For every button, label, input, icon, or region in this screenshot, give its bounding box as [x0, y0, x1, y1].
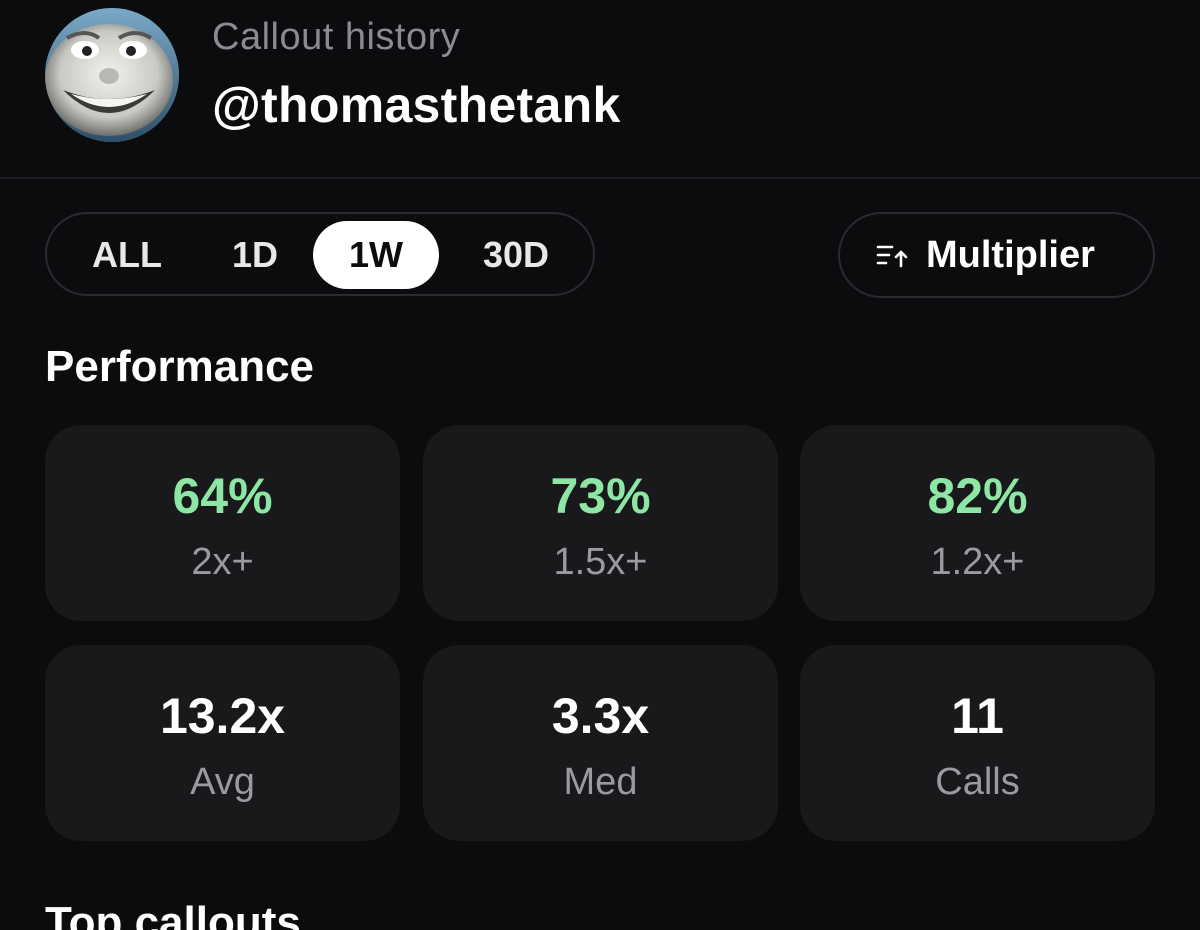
time-range-tabs: ALL 1D 1W 30D — [45, 212, 595, 296]
stat-value: 73% — [550, 468, 651, 524]
tab-1w[interactable]: 1W — [313, 221, 439, 289]
stat-value: 11 — [951, 688, 1004, 744]
sort-label: Multiplier — [926, 234, 1095, 276]
username-handle: @thomasthetank — [212, 77, 621, 133]
stat-card-med: 3.3x Med — [423, 645, 778, 841]
top-callouts-heading: Top callouts — [45, 898, 301, 930]
avatar-image — [45, 8, 179, 142]
stat-card-avg: 13.2x Avg — [45, 645, 400, 841]
callout-history-screen: Callout history @thomasthetank ALL 1D 1W… — [0, 0, 1200, 930]
avatar[interactable] — [45, 8, 179, 142]
stat-label: Calls — [935, 761, 1020, 803]
stat-card-1-5x: 73% 1.5x+ — [423, 425, 778, 621]
tab-30d[interactable]: 30D — [451, 221, 581, 289]
profile-header: Callout history @thomasthetank — [0, 0, 1200, 179]
stat-label: 1.5x+ — [553, 541, 648, 583]
stat-value: 13.2x — [159, 688, 286, 744]
stat-card-1-2x: 82% 1.2x+ — [800, 425, 1155, 621]
stat-card-2x: 64% 2x+ — [45, 425, 400, 621]
tab-all[interactable]: ALL — [65, 221, 189, 289]
stat-value: 3.3x — [551, 688, 650, 744]
sort-ascending-icon — [876, 245, 908, 268]
stat-card-calls: 11 Calls — [800, 645, 1155, 841]
stat-label: 2x+ — [191, 541, 254, 583]
stat-value: 64% — [172, 468, 273, 524]
performance-heading: Performance — [45, 342, 315, 391]
tab-1d[interactable]: 1D — [205, 221, 305, 289]
stat-value: 82% — [927, 468, 1028, 524]
stat-label: 1.2x+ — [930, 541, 1025, 583]
page-subtitle: Callout history — [212, 16, 461, 58]
stat-label: Avg — [190, 761, 255, 803]
stat-label: Med — [563, 761, 638, 803]
sort-multiplier-button[interactable]: Multiplier — [838, 212, 1155, 298]
